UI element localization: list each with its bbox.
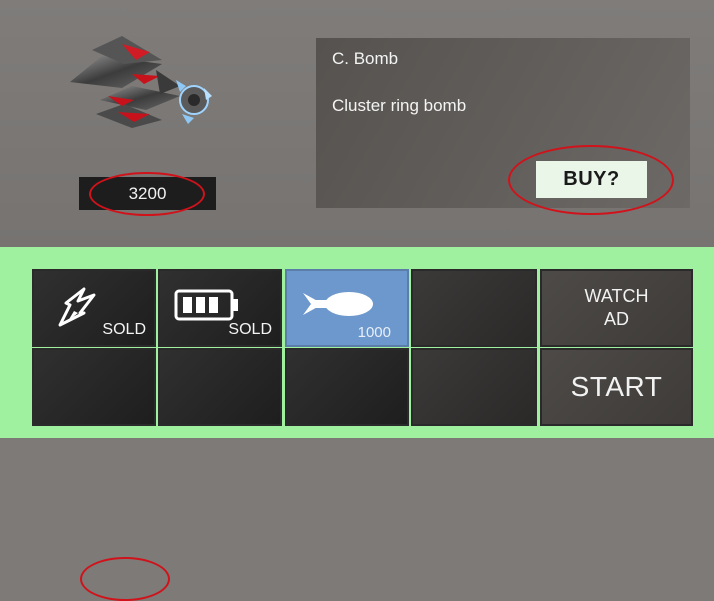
item-description: Cluster ring bomb <box>332 96 467 115</box>
watch-ad-line2: AD <box>603 309 629 329</box>
shop-slot-empty[interactable] <box>285 348 409 426</box>
watch-ad-line1: WATCH <box>584 286 649 306</box>
sold-highlight-oval <box>80 557 170 601</box>
slot-sold-label: SOLD <box>102 321 146 338</box>
item-price-value: 3200 <box>128 183 167 203</box>
shop-slot-empty[interactable] <box>158 348 282 426</box>
bomb-ship-icon <box>70 36 212 128</box>
shop-slot-rocket[interactable]: SOLD <box>32 269 156 347</box>
bomb-icon <box>303 292 373 316</box>
flame-rocket-icon <box>58 287 96 327</box>
shop-slot-empty[interactable] <box>32 348 156 426</box>
item-title: C. Bomb <box>332 49 399 68</box>
item-info-panel: C. Bomb Cluster ring bomb BUY? <box>316 38 690 208</box>
shop-slot-empty[interactable] <box>411 348 537 426</box>
shop-slot-bomb[interactable]: 1000 <box>285 269 409 347</box>
watch-ad-button[interactable]: WATCH AD <box>540 269 693 347</box>
slot-sold-label: SOLD <box>228 321 272 338</box>
shop-slot-battery[interactable]: SOLD <box>158 269 282 347</box>
start-label: START <box>570 371 663 402</box>
shop-grid-area: SOLD SOLD 1000 WATCH AD START <box>0 247 714 601</box>
item-price-display: 3200 <box>79 177 216 210</box>
battery-icon <box>174 289 238 321</box>
start-button[interactable]: START <box>540 348 693 426</box>
slot-price-label: 1000 <box>357 324 391 341</box>
buy-button[interactable]: BUY? <box>536 161 647 198</box>
item-preview-area: 3200 C. Bomb Cluster ring bomb BUY? <box>0 0 714 247</box>
shop-slot-empty[interactable] <box>411 269 537 347</box>
